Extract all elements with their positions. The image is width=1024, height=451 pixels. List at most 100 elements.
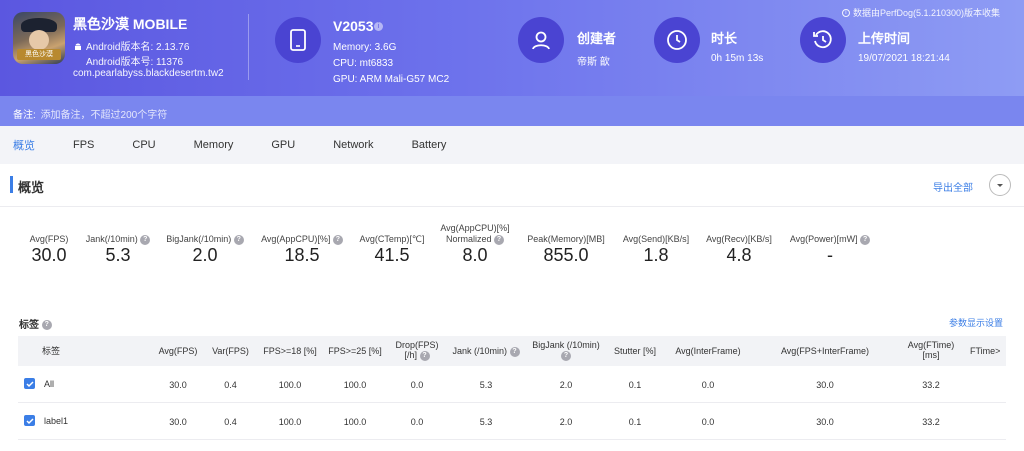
tab-bar: 概览 FPS CPU Memory GPU Network Battery [0,126,1024,164]
creator-value: 帝斯 歆 [577,57,610,68]
row-label: label1 [44,416,69,426]
report-header: 黑色沙漠 黑色沙漠 MOBILE Android版本名: 2.13.76 And… [0,0,1024,96]
tab-cpu[interactable]: CPU [132,139,155,151]
check-icon [25,380,34,387]
tab-memory[interactable]: Memory [194,139,234,151]
cell: 33.2 [922,380,940,390]
col-header: BigJank (/10min)? [532,340,600,361]
upload-time-label: 上传时间 [858,31,911,46]
metric-label: Avg(Send)[KB/s] [622,234,690,244]
section-accent-bar [10,176,13,193]
info-icon: i [841,8,850,17]
expand-button[interactable] [989,174,1011,196]
app-package: com.pearlabyss.blackdesertm.tw2 [73,68,224,79]
metric-label-2: Normalized ? [434,234,516,245]
metric-label: Peak(Memory)[MB] [527,234,605,244]
duration-label: 时长 [711,31,738,46]
device-info-icon[interactable]: i [374,22,383,31]
app-icon: 黑色沙漠 [13,12,65,64]
table-header: 标签 Avg(FPS) Var(FPS) FPS>=18 [%] FPS>=25… [18,336,1006,366]
clock-icon [654,17,700,63]
cell: 0.1 [628,380,642,390]
cell: 2.0 [559,417,573,427]
row-checkbox[interactable] [24,415,35,426]
cell: 0.1 [628,417,642,427]
metric-avg-power: Avg(Power)[mW] ? - [786,234,874,266]
metric-value: 41.5 [374,245,410,265]
tab-network[interactable]: Network [333,139,373,151]
app-icon-tag: 黑色沙漠 [17,49,61,60]
app-icon-face [29,30,49,50]
help-icon[interactable]: ? [332,234,343,245]
remark-input[interactable]: 添加备注，不超过200个字符 [41,110,168,121]
help-icon[interactable]: ? [419,350,430,361]
metric-label: Avg(Recv)[KB/s] [706,234,772,244]
cell: 5.3 [479,417,493,427]
cell: 33.2 [922,417,940,427]
metric-value: - [827,245,833,265]
phone-icon [275,17,321,63]
tab-overview[interactable]: 概览 [13,137,35,153]
param-settings-link[interactable]: 参数显示设置 [949,316,1003,329]
remark-label: 备注: [13,110,36,121]
help-icon[interactable]: ? [509,346,520,357]
cell: 30.0 [816,380,834,390]
overview-panel: 概览 导出全部 Avg(FPS) 30.0 Jank(/10min) ? 5.3… [0,164,1024,451]
row-checkbox[interactable] [24,378,35,389]
col-header: Avg(FPS) [158,346,198,356]
tab-gpu[interactable]: GPU [271,139,295,151]
metric-avg-fps: Avg(FPS) 30.0 [22,234,76,266]
col-header: Avg(FTime) [ms] [907,340,955,360]
help-icon[interactable]: ? [140,234,151,245]
metric-avg-appcpu-normalized: Avg(AppCPU)[%] Normalized ? 8.0 [434,223,516,266]
creator-label: 创建者 [577,31,617,46]
cell: 100.0 [343,380,367,390]
section-header: 概览 导出全部 [0,174,1024,196]
row-label: All [44,379,55,389]
cell: 100.0 [343,417,367,427]
perfdog-note-text: 数据由PerfDog(5.1.210300)版本收集 [852,8,1000,18]
help-icon[interactable]: ? [233,234,244,245]
metric-value: 8.0 [462,245,488,265]
help-icon[interactable]: ? [41,320,52,331]
metric-avg-recv: Avg(Recv)[KB/s] 4.8 [702,234,776,266]
metric-value: 855.0 [543,245,589,265]
metric-jank: Jank(/10min) ? 5.3 [82,234,154,266]
device-model: V2053 [333,18,374,34]
col-header: Stutter [%] [613,346,657,356]
col-header: Jank (/10min) ? [450,346,522,357]
cell: 30.0 [169,380,187,390]
table-row[interactable]: label1 30.0 0.4 100.0 100.0 0.0 5.3 2.0 … [18,403,1006,440]
col-header: Avg(FPS+InterFrame) [780,346,870,356]
tab-battery[interactable]: Battery [412,139,447,151]
help-icon[interactable]: ? [561,350,571,361]
metric-value: 2.0 [192,245,218,265]
cell: 100.0 [278,380,302,390]
table-row[interactable]: All 30.0 0.4 100.0 100.0 0.0 5.3 2.0 0.1… [18,366,1006,403]
app-version-name: Android版本名: 2.13.76 [86,42,190,53]
device-memory: Memory: 3.6G [333,42,397,53]
remark-bar[interactable]: 备注: 添加备注，不超过200个字符 [0,96,1024,126]
tab-fps[interactable]: FPS [73,139,94,151]
col-header: FPS>=25 [%] [328,346,382,356]
help-icon[interactable]: ? [494,234,505,245]
col-header: Drop(FPS) [/h] ? [395,340,439,361]
col-header: 标签 [42,346,61,356]
header-divider [248,14,249,80]
metric-peak-memory: Peak(Memory)[MB] 855.0 [522,234,610,266]
device-cpu: CPU: mt6833 [333,58,394,69]
metric-label: Jank(/10min) ? [82,234,154,245]
device-gpu: GPU: ARM Mali-G57 MC2 [333,74,450,85]
metric-value: 1.8 [643,245,669,265]
android-icon [75,43,81,50]
help-icon[interactable]: ? [860,234,871,245]
cell: 30.0 [169,417,187,427]
tags-title: 标签 ? [19,316,52,331]
metric-label: Avg(FPS) [29,234,69,244]
metric-label: Avg(Power)[mW] ? [786,234,874,245]
metric-value: 5.3 [105,245,131,265]
export-all-link[interactable]: 导出全部 [933,179,973,194]
metric-value: 18.5 [284,245,320,265]
metric-avg-appcpu: Avg(AppCPU)[%] ? 18.5 [258,234,346,266]
cell: 0.0 [410,417,424,427]
